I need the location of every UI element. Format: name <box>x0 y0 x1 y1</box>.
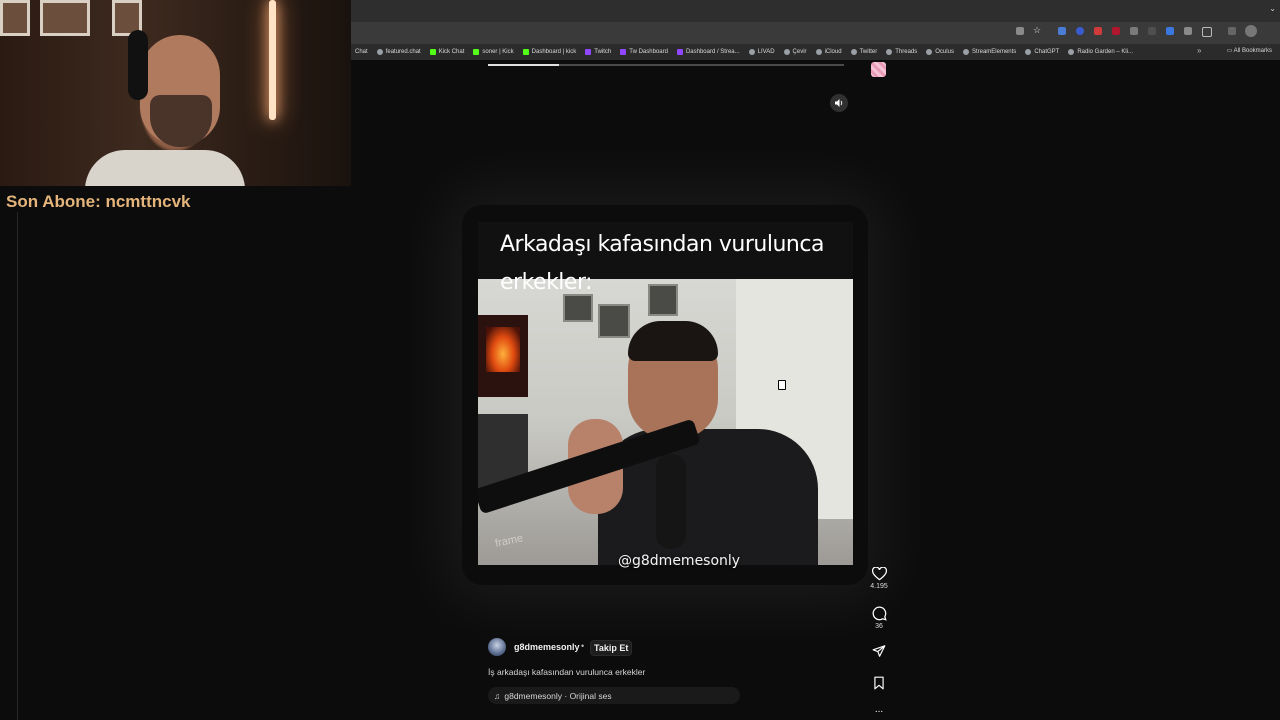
globe-icon <box>886 49 893 55</box>
audio-track-label: g8dmemesonly · Orijinal ses <box>504 690 612 701</box>
wall-picture <box>0 0 30 36</box>
author-avatar[interactable] <box>488 638 506 656</box>
bookmark-item[interactable]: Threads <box>886 49 917 55</box>
bookmark-item[interactable]: featured.chat <box>376 49 421 55</box>
reel-caption-overlay: Arkadaşı kafasından vurulunca erkekler: <box>500 232 824 295</box>
reel-progress-bar[interactable] <box>488 64 844 66</box>
send-icon <box>872 645 886 657</box>
twitch-icon <box>620 49 627 55</box>
bookmark-item[interactable]: StreamElements <box>962 49 1016 55</box>
bookmark-icon <box>874 676 884 690</box>
wall-picture <box>598 304 630 338</box>
bookmark-item[interactable]: Chat <box>355 49 368 55</box>
bookmark-item[interactable]: Oculus <box>926 49 954 55</box>
mouse-cursor <box>778 380 786 390</box>
kick-icon <box>429 49 436 55</box>
author-username[interactable]: g8dmemesonly <box>514 642 580 652</box>
extension-icon[interactable] <box>1166 27 1174 35</box>
bookmark-item[interactable]: Dashboard | kick <box>522 49 576 55</box>
heart-icon <box>871 567 887 581</box>
follow-button[interactable]: Takip Et <box>590 640 633 656</box>
neon-light <box>269 0 276 120</box>
comment-button[interactable]: 36 <box>866 606 892 630</box>
share-button[interactable] <box>866 644 892 658</box>
microphone <box>656 454 686 549</box>
chevron-down-icon[interactable]: ⌄ <box>1269 4 1276 13</box>
bookmarks-bar: Chat featured.chat Kick Chat soner | Kic… <box>351 44 1280 60</box>
speaker-icon <box>835 99 843 107</box>
wall-picture <box>40 0 90 36</box>
more-options-button[interactable]: ... <box>866 704 892 715</box>
cast-icon[interactable] <box>1016 27 1024 35</box>
extension-icon[interactable] <box>1076 27 1084 35</box>
globe-icon <box>783 49 790 55</box>
bookmark-item[interactable]: Radio Garden – Kli... <box>1068 49 1133 55</box>
all-bookmarks-button[interactable]: ▭ All Bookmarks <box>1227 47 1272 54</box>
reel-progress-fill <box>488 64 560 66</box>
star-bookmark-icon[interactable]: ☆ <box>1033 25 1041 35</box>
extension-icon[interactable] <box>1148 27 1156 35</box>
extension-icon[interactable] <box>1112 27 1120 35</box>
tv-image <box>486 327 520 372</box>
comment-icon <box>872 606 887 621</box>
video-watermark: @g8dmemesonly <box>618 553 741 569</box>
extension-icon[interactable] <box>1184 27 1192 35</box>
comment-count: 36 <box>875 623 883 630</box>
volume-button[interactable] <box>830 94 848 112</box>
more-icon: ... <box>874 704 884 715</box>
address-bar-row <box>351 22 1280 44</box>
more-bookmarks-button[interactable]: » <box>1197 46 1201 55</box>
kick-icon <box>473 49 480 55</box>
bookmark-item[interactable]: LIVAD <box>748 49 775 55</box>
bookmark-item[interactable]: Tw Dashboard <box>620 49 668 55</box>
streamer-shirt <box>85 150 245 186</box>
reel-video-frame <box>478 279 853 565</box>
extension-icon[interactable] <box>1228 27 1236 35</box>
bookmark-item[interactable]: iCloud <box>815 49 842 55</box>
bookmark-item[interactable]: Twitch <box>585 49 611 55</box>
audio-track-link[interactable]: ♫ g8dmemesonly · Orijinal ses <box>488 687 740 704</box>
save-button[interactable] <box>866 676 892 690</box>
divider <box>17 212 18 720</box>
last-subscriber-label: Son Abone: ncmttncvk <box>6 192 191 211</box>
apple-icon <box>815 49 822 55</box>
extension-icon[interactable] <box>1130 27 1138 35</box>
bookmark-item[interactable]: soner | Kick <box>473 49 514 55</box>
bookmark-item[interactable]: ChatGPT <box>1025 49 1059 55</box>
bookmark-item[interactable]: Çevir <box>783 49 807 55</box>
globe-icon <box>1068 49 1075 55</box>
globe-icon <box>850 49 857 55</box>
globe-icon <box>1025 49 1032 55</box>
separator-dot: • <box>581 641 585 651</box>
bookmark-item[interactable]: Twitter <box>850 49 877 55</box>
bookmark-item[interactable]: Dashboard / Strea... <box>676 49 740 55</box>
globe-icon <box>962 49 969 55</box>
globe-icon <box>926 49 933 55</box>
post-description: İş arkadaşı kafasından vurulunca erkekle… <box>488 667 646 677</box>
kick-icon <box>522 49 529 55</box>
headphones <box>128 30 148 100</box>
like-count: 4.195 <box>870 583 888 590</box>
twitch-icon <box>585 49 592 55</box>
person-hair <box>628 321 718 361</box>
like-button[interactable]: 4.195 <box>866 567 892 590</box>
streamer-beard <box>150 95 212 147</box>
extension-icon[interactable] <box>1058 27 1066 35</box>
bookmark-item[interactable]: Kick Chat <box>429 49 464 55</box>
twitch-icon <box>676 49 683 55</box>
profile-avatar[interactable] <box>871 62 886 77</box>
profile-avatar[interactable] <box>1245 25 1257 37</box>
folder-icon: ▭ <box>1226 48 1234 54</box>
music-icon: ♫ <box>494 690 501 701</box>
puzzle-extensions-icon[interactable] <box>1202 27 1212 37</box>
globe-icon <box>376 49 383 55</box>
webcam-overlay <box>0 0 351 186</box>
globe-icon <box>748 49 755 55</box>
extension-icon[interactable] <box>1094 27 1102 35</box>
